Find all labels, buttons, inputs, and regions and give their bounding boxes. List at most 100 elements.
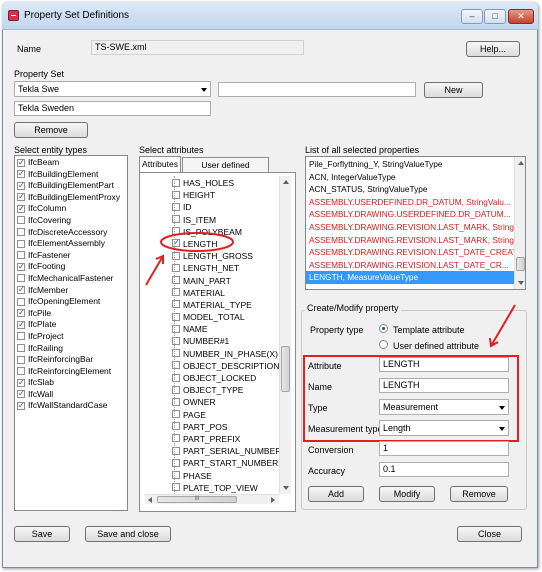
attributes-vscroll-thumb[interactable]	[281, 346, 290, 392]
entity-type-item[interactable]: IfcMember	[15, 284, 127, 297]
scroll-right-icon[interactable]	[271, 497, 275, 503]
new-button[interactable]: New	[424, 82, 483, 98]
attribute-item[interactable]: IS_POLYBEAM	[170, 226, 280, 238]
attribute-item[interactable]: OBJECT_LOCKED	[170, 372, 280, 384]
checkbox[interactable]	[17, 344, 25, 352]
attributes-list[interactable]: HAS_HOLESHEIGHTIDIS_ITEMIS_POLYBEAMLENGT…	[145, 176, 293, 504]
checkbox[interactable]	[17, 261, 25, 272]
property-list-item[interactable]: ASSEMBLY.DRAWING.REVISION.LAST_DATE_CR..…	[306, 259, 514, 272]
attribute-item[interactable]: OBJECT_TYPE	[170, 384, 280, 396]
checkbox[interactable]	[17, 319, 25, 330]
entity-type-item[interactable]: IfcWall	[15, 388, 127, 401]
entity-type-item[interactable]: IfcElementAssembly	[15, 238, 127, 250]
attribute-item[interactable]: PART_START_NUMBER	[170, 457, 280, 469]
entity-type-item[interactable]: IfcRailing	[15, 343, 127, 355]
entity-type-item[interactable]: IfcPlate	[15, 319, 127, 331]
properties-vscroll-thumb[interactable]	[516, 257, 525, 271]
scroll-up-icon[interactable]	[518, 161, 524, 165]
entity-types-list[interactable]: IfcBeamIfcBuildingElementIfcBuildingElem…	[14, 155, 128, 511]
attribute-item[interactable]: NUMBER_IN_PHASE(X)	[170, 348, 280, 360]
tab-attributes[interactable]: Attributes	[139, 156, 181, 173]
checkbox[interactable]	[17, 251, 25, 260]
maximize-button[interactable]: □	[484, 9, 506, 24]
minimize-button[interactable]: –	[461, 9, 483, 24]
checkbox[interactable]	[17, 307, 25, 319]
help-button[interactable]: Help...	[466, 41, 520, 57]
user-defined-attribute-radio[interactable]	[379, 340, 388, 349]
remove-property-set-button[interactable]: Remove	[14, 122, 88, 138]
property-list-item[interactable]: ASSEMBLY.DRAWING.REVISION.LAST_MARK, Str…	[306, 221, 525, 234]
attributes-hscroll-thumb[interactable]: III	[157, 496, 237, 503]
checkbox[interactable]	[17, 203, 25, 214]
name-property-field[interactable]: LENGTH	[379, 378, 509, 393]
attributes-vscroll[interactable]	[279, 176, 291, 494]
entity-type-item[interactable]: IfcDiscreteAccessory	[15, 227, 127, 239]
checkbox[interactable]	[17, 216, 25, 225]
checkbox[interactable]	[17, 191, 25, 203]
checkbox[interactable]	[17, 377, 25, 388]
entity-type-item[interactable]: IfcReinforcingBar	[15, 354, 127, 366]
entity-type-item[interactable]: IfcBuildingElement	[15, 168, 127, 181]
tab-user-defined-attributes[interactable]: User defined attributes	[182, 157, 269, 185]
attribute-item[interactable]: NAME	[170, 323, 280, 335]
attribute-item[interactable]: OWNER	[170, 396, 280, 408]
property-list-item[interactable]: ACN_STATUS, StringValueType	[306, 183, 514, 196]
entity-type-item[interactable]: IfcWallStandardCase	[15, 400, 127, 412]
attribute-item[interactable]: PART_PREFIX	[170, 433, 280, 445]
property-list-item[interactable]: ASSEMBLY.DRAWING.REVISION.LAST_DATE_CREA…	[306, 246, 525, 259]
checkbox[interactable]	[17, 355, 25, 364]
checkbox[interactable]	[17, 168, 25, 180]
attribute-item[interactable]: PART_SERIAL_NUMBER	[170, 445, 281, 457]
entity-type-item[interactable]: IfcColumn	[15, 203, 127, 215]
property-list-item[interactable]: Pile_Forflyttning_Y, StringValueType	[306, 158, 514, 171]
entity-type-item[interactable]: IfcSlab	[15, 377, 127, 389]
attribute-item[interactable]: HAS_HOLES	[170, 177, 280, 189]
attribute-item[interactable]: PAGE	[170, 409, 280, 421]
measurement-type-select[interactable]: Length	[379, 420, 509, 436]
selected-properties-list[interactable]: Pile_Forflyttning_Y, StringValueType ACN,…	[305, 156, 526, 290]
property-list-item[interactable]: LENGTH, MeasureValueType	[306, 271, 514, 284]
property-list-item[interactable]: ASSEMBLY.DRAWING.REVISION.LAST_MARK, Str…	[306, 234, 525, 247]
property-list-item[interactable]: ASSEMBLY.USERDEFINED.DR_DATUM, StringVal…	[306, 196, 514, 209]
checkbox[interactable]	[17, 274, 25, 283]
checkbox[interactable]	[17, 297, 25, 306]
checkbox[interactable]	[17, 157, 25, 168]
checkbox[interactable]	[17, 284, 25, 296]
checkbox[interactable]	[17, 332, 25, 341]
save-button[interactable]: Save	[14, 526, 70, 542]
new-property-set-input[interactable]	[218, 82, 416, 97]
close-window-button[interactable]: ✕	[508, 9, 534, 24]
entity-type-item[interactable]: IfcProject	[15, 331, 127, 343]
attributes-hscroll[interactable]: III	[145, 494, 279, 504]
checkbox[interactable]	[17, 388, 25, 400]
attribute-field[interactable]: LENGTH	[379, 357, 509, 372]
scroll-up-icon[interactable]	[283, 180, 289, 184]
scroll-left-icon[interactable]	[148, 497, 152, 503]
checkbox[interactable]	[17, 367, 25, 376]
entity-type-item[interactable]: IfcMechanicalFastener	[15, 273, 127, 285]
entity-type-item[interactable]: IfcReinforcingElement	[15, 366, 127, 378]
entity-type-item[interactable]: IfcBuildingElementPart	[15, 180, 127, 192]
checkbox[interactable]	[17, 400, 25, 412]
attribute-item[interactable]: MODEL_TOTAL	[170, 311, 280, 323]
title-bar[interactable]: Property Set Definitions – □ ✕	[2, 2, 538, 30]
entity-type-item[interactable]: IfcFooting	[15, 261, 127, 273]
entity-type-item[interactable]: IfcBuildingElementProxy	[15, 191, 127, 204]
properties-vscroll[interactable]	[514, 157, 525, 289]
property-list-item[interactable]: ACN, IntegerValueType	[306, 171, 514, 184]
close-button[interactable]: Close	[457, 526, 522, 542]
attribute-item[interactable]: LENGTH	[170, 237, 280, 250]
checkbox[interactable]	[17, 239, 25, 248]
add-button[interactable]: Add	[308, 486, 364, 502]
attribute-item[interactable]: NUMBER#1	[170, 335, 280, 347]
attribute-item[interactable]: ID	[170, 201, 280, 213]
attribute-item[interactable]: LENGTH_GROSS	[170, 250, 280, 262]
type-select[interactable]: Measurement	[379, 399, 509, 415]
remove-property-button[interactable]: Remove	[450, 486, 508, 502]
scroll-down-icon[interactable]	[518, 281, 524, 285]
scroll-down-icon[interactable]	[283, 486, 289, 490]
template-attribute-radio[interactable]	[379, 324, 388, 333]
attribute-item[interactable]: PART_POS	[170, 421, 280, 433]
property-set-select[interactable]: Tekla Swe	[14, 81, 211, 97]
property-list-item[interactable]: ASSEMBLY.DRAWING.USERDEFINED.DR_DATUM...	[306, 208, 514, 221]
